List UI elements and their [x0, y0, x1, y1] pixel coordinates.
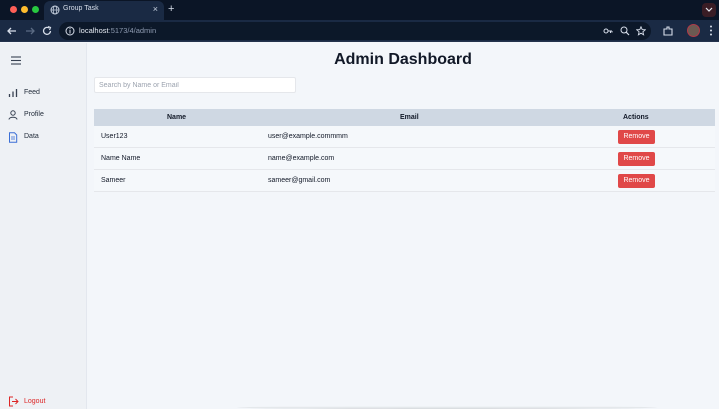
- user-name-cell: Sameer: [101, 177, 126, 184]
- tab-title: Group Task: [63, 5, 99, 12]
- close-window-button[interactable]: [10, 6, 17, 13]
- remove-button[interactable]: Remove: [618, 174, 655, 188]
- column-header-email: Email: [400, 114, 419, 121]
- logout-label: Logout: [24, 398, 46, 405]
- remove-button[interactable]: Remove: [618, 130, 655, 144]
- user-email-cell: user@example.commmm: [268, 133, 348, 140]
- site-info-icon[interactable]: [65, 26, 75, 36]
- bookmark-star-icon[interactable]: [636, 26, 646, 36]
- users-table: Name Email Actions User123 user@example.…: [94, 109, 715, 192]
- sidebar: Feed Profile Data Logout: [0, 43, 87, 409]
- remove-button[interactable]: Remove: [618, 152, 655, 166]
- extensions-icon[interactable]: [662, 25, 674, 37]
- new-tab-button[interactable]: +: [168, 2, 174, 16]
- table-row: Sameer sameer@gmail.com Remove: [94, 170, 715, 192]
- menu-kebab-icon[interactable]: [708, 24, 714, 37]
- sidebar-item-label: Data: [24, 133, 39, 140]
- search-input[interactable]: [94, 77, 296, 93]
- browser-toolbar: localhost:5173/4/admin: [0, 20, 719, 42]
- user-icon: [8, 110, 18, 120]
- document-icon: [9, 132, 18, 143]
- logout-button[interactable]: Logout: [8, 396, 68, 408]
- sidebar-item-label: Feed: [24, 89, 40, 96]
- sidebar-item-data[interactable]: Data: [8, 131, 80, 145]
- forward-arrow-icon[interactable]: [24, 25, 36, 37]
- main-content: Admin Dashboard Name Email Actions User1…: [87, 43, 719, 409]
- table-row: User123 user@example.commmm Remove: [94, 126, 715, 148]
- sidebar-item-feed[interactable]: Feed: [8, 87, 80, 101]
- user-name-cell: Name Name: [101, 155, 141, 162]
- chevron-down-icon: [705, 7, 713, 12]
- table-header: Name Email Actions: [94, 109, 715, 126]
- minimize-window-button[interactable]: [21, 6, 28, 13]
- page-title: Admin Dashboard: [334, 51, 472, 68]
- reload-icon[interactable]: [41, 25, 53, 37]
- address-bar[interactable]: localhost:5173/4/admin: [59, 22, 651, 40]
- tab-search-button[interactable]: [702, 3, 716, 17]
- url-path: :5173/4/admin: [108, 26, 157, 35]
- url-host: localhost: [79, 26, 109, 35]
- password-key-icon[interactable]: [603, 26, 613, 36]
- hamburger-menu-icon[interactable]: [11, 56, 21, 65]
- browser-tab-bar: Group Task × +: [0, 0, 719, 20]
- column-header-actions: Actions: [623, 114, 649, 121]
- logout-icon: [9, 396, 19, 407]
- profile-avatar[interactable]: [687, 24, 700, 37]
- bar-chart-icon: [8, 89, 18, 97]
- globe-icon: [50, 5, 60, 15]
- url-text: localhost:5173/4/admin: [79, 26, 156, 35]
- user-email-cell: name@example.com: [268, 155, 335, 162]
- user-email-cell: sameer@gmail.com: [268, 177, 331, 184]
- zoom-icon[interactable]: [620, 26, 630, 36]
- maximize-window-button[interactable]: [32, 6, 39, 13]
- sidebar-item-label: Profile: [24, 111, 44, 118]
- tab-close-button[interactable]: ×: [153, 3, 158, 15]
- table-row: Name Name name@example.com Remove: [94, 148, 715, 170]
- sidebar-item-profile[interactable]: Profile: [8, 109, 80, 123]
- column-header-name: Name: [167, 114, 187, 121]
- back-arrow-icon[interactable]: [6, 25, 18, 37]
- browser-tab[interactable]: Group Task ×: [44, 1, 164, 20]
- user-name-cell: User123: [101, 133, 128, 140]
